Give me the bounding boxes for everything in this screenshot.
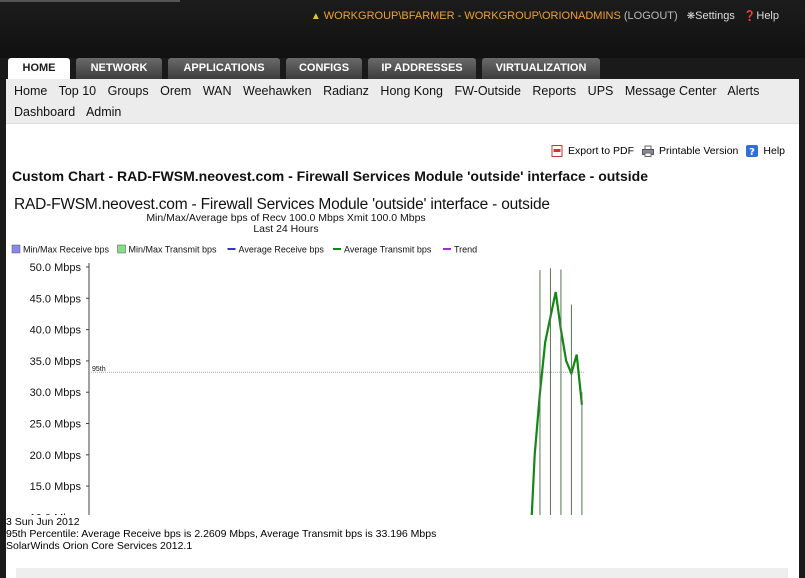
legend-swatch-1 xyxy=(117,244,126,254)
legend-label-4: Trend xyxy=(454,245,477,255)
pdf-icon xyxy=(551,145,563,157)
menu-groups[interactable]: Groups xyxy=(108,84,149,98)
tab-configs[interactable]: CONFIGS xyxy=(286,58,362,79)
x-start-label: 3 Sun Jun 2012 xyxy=(6,516,80,528)
page-toolbar: Export to PDF Printable Version ? Help xyxy=(543,145,785,157)
legend-label-1: Min/Max Transmit bps xyxy=(129,245,218,255)
y-tick-label-4: 30.0 Mbps xyxy=(30,387,82,399)
percentile-summary: 95th Percentile: Average Receive bps is … xyxy=(6,528,437,540)
legend-swatch-0 xyxy=(11,244,21,254)
header-edge xyxy=(0,0,180,2)
menu-wan[interactable]: WAN xyxy=(203,84,232,98)
legend-label-0: Min/Max Receive bps xyxy=(23,245,110,255)
y-tick-label-6: 20.0 Mbps xyxy=(30,450,82,462)
traffic-chart: RAD-FWSM.neovest.com - Firewall Services… xyxy=(10,189,592,515)
menu-home[interactable]: Home xyxy=(14,84,47,98)
menu-ups[interactable]: UPS xyxy=(588,84,614,98)
printable-version-link[interactable]: Printable Version xyxy=(659,145,738,157)
percentile-label-0: 95th xyxy=(92,366,106,373)
menu-dashboard[interactable]: Dashboard xyxy=(14,105,75,119)
svg-text:?: ? xyxy=(749,147,755,157)
settings-link[interactable]: Settings xyxy=(695,10,735,22)
menu-reports[interactable]: Reports xyxy=(532,84,576,98)
menu-admin[interactable]: Admin xyxy=(86,105,121,119)
menu-orem[interactable]: Orem xyxy=(160,84,191,98)
export-pdf-link[interactable]: Export to PDF xyxy=(568,145,634,157)
y-tick-label-3: 35.0 Mbps xyxy=(30,356,82,368)
menu-hong-kong[interactable]: Hong Kong xyxy=(380,84,443,98)
y-tick-label-7: 15.0 Mbps xyxy=(30,481,82,493)
logout-link[interactable]: (LOGOUT) xyxy=(624,10,678,22)
y-tick-label-5: 25.0 Mbps xyxy=(30,419,82,431)
menu-alerts[interactable]: Alerts xyxy=(727,84,759,98)
chart-subtitle-range: Last 24 Hours xyxy=(253,223,318,235)
user-icon: ▲ xyxy=(310,11,321,22)
main-tabs: HOME NETWORK APPLICATIONS CONFIGS IP ADD… xyxy=(8,58,606,79)
page-title: Custom Chart - RAD-FWSM.neovest.com - Fi… xyxy=(12,168,648,184)
user-name[interactable]: WORKGROUP\BFARMER - WORKGROUP\ORIONADMIN… xyxy=(324,10,621,22)
top-header: ▲ WORKGROUP\BFARMER - WORKGROUP\ORIONADMI… xyxy=(0,0,805,58)
page-content: Home Top 10 Groups Orem WAN Weehawken Ra… xyxy=(6,79,799,578)
legend-label-3: Average Transmit bps xyxy=(344,245,432,255)
menu-top10[interactable]: Top 10 xyxy=(59,84,97,98)
user-line: ▲ WORKGROUP\BFARMER - WORKGROUP\ORIONADMI… xyxy=(311,10,779,22)
footer-panel xyxy=(16,568,788,578)
menu-fw-outside[interactable]: FW-Outside xyxy=(454,84,520,98)
tab-virtualization[interactable]: VIRTUALIZATION xyxy=(482,58,600,79)
chart-panel xyxy=(10,189,592,515)
product-version: SolarWinds Orion Core Services 2012.1 xyxy=(6,540,193,552)
menu-radianz[interactable]: Radianz xyxy=(323,84,369,98)
legend-label-2: Average Receive bps xyxy=(239,245,325,255)
chart-footer: 3 Sun Jun 2012 95th Percentile: Average … xyxy=(6,516,436,552)
tab-home[interactable]: HOME xyxy=(8,58,70,79)
help-link[interactable]: Help xyxy=(756,10,779,22)
y-tick-label-0: 50.0 Mbps xyxy=(30,262,82,274)
menu-weehawken[interactable]: Weehawken xyxy=(243,84,312,98)
gear-icon: ❋ xyxy=(686,11,696,22)
chart-title: RAD-FWSM.neovest.com - Firewall Services… xyxy=(14,196,550,213)
tab-applications[interactable]: APPLICATIONS xyxy=(168,58,280,79)
tab-ip-addresses[interactable]: IP ADDRESSES xyxy=(368,58,476,79)
menu-message-center[interactable]: Message Center xyxy=(625,84,717,98)
help-circle-icon: ❓ xyxy=(743,11,757,22)
sub-menu: Home Top 10 Groups Orem WAN Weehawken Ra… xyxy=(6,79,799,124)
y-tick-label-8: 10.0 Mbps xyxy=(30,512,82,515)
printer-icon xyxy=(642,145,654,157)
y-tick-label-1: 45.0 Mbps xyxy=(30,293,82,305)
tab-network[interactable]: NETWORK xyxy=(76,58,162,79)
help-page-link[interactable]: Help xyxy=(763,145,785,157)
y-tick-label-2: 40.0 Mbps xyxy=(30,325,82,337)
help-icon: ? xyxy=(746,145,759,157)
